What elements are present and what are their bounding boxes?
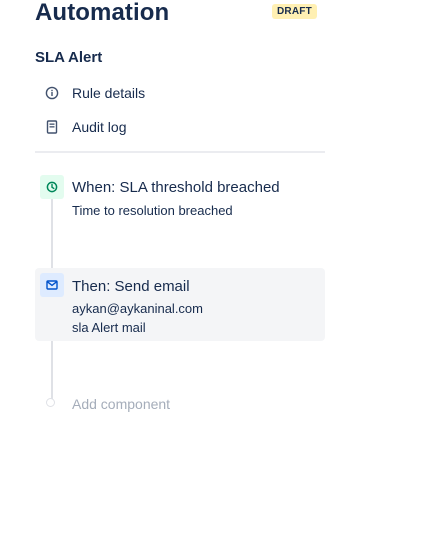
menu-item-label: Rule details xyxy=(72,85,146,101)
menu-item-rule-details[interactable]: Rule details xyxy=(44,81,145,105)
mail-icon xyxy=(46,280,58,290)
trigger-component[interactable]: When: SLA threshold breached Time to res… xyxy=(35,172,325,228)
rule-name: SLA Alert xyxy=(35,49,103,66)
action-component[interactable]: Then: Send email aykan@aykaninal.com sla… xyxy=(35,268,325,341)
page-title: Automation xyxy=(35,0,170,26)
trigger-title: When: SLA threshold breached xyxy=(72,179,280,196)
action-recipient: aykan@aykaninal.com xyxy=(72,301,203,316)
action-subject: sla Alert mail xyxy=(72,320,146,335)
document-icon xyxy=(44,119,60,135)
divider xyxy=(35,151,325,153)
add-component-button[interactable]: Add component xyxy=(72,396,170,413)
action-title: Then: Send email xyxy=(72,278,190,295)
clock-icon xyxy=(46,181,58,193)
trigger-detail: Time to resolution breached xyxy=(72,203,233,218)
menu-item-label: Audit log xyxy=(72,119,127,135)
draft-badge: DRAFT xyxy=(272,4,317,19)
trigger-icon-badge xyxy=(40,175,64,199)
action-icon-badge xyxy=(40,273,64,297)
info-icon xyxy=(44,85,60,101)
menu-item-audit-log[interactable]: Audit log xyxy=(44,115,126,139)
add-component-dot xyxy=(46,398,55,407)
